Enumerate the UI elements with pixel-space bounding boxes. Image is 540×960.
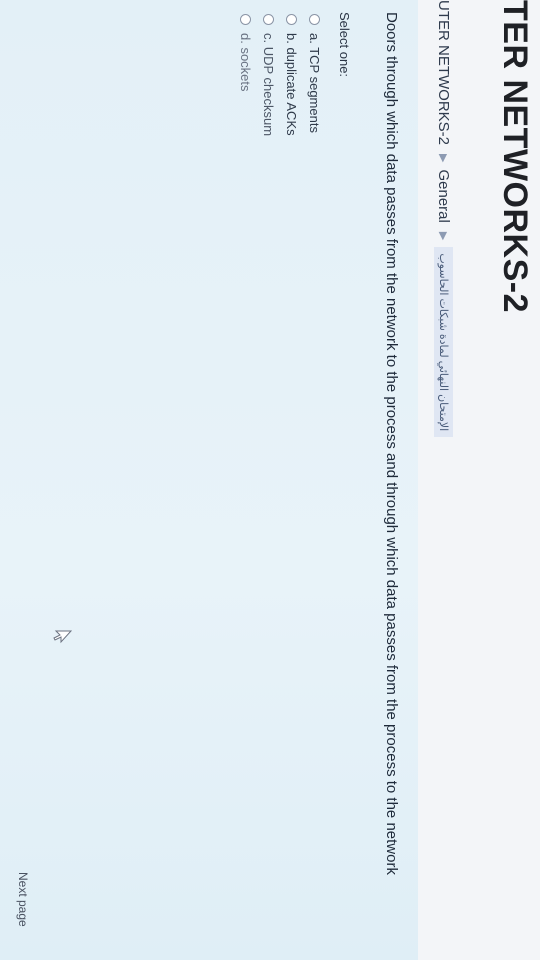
mouse-cursor-icon — [53, 630, 72, 644]
question-panel: Doors through which data passes from the… — [0, 0, 418, 960]
answer-options: a. TCP segments b. duplicate ACKs c. UDP… — [234, 14, 326, 136]
radio-button[interactable] — [309, 14, 320, 25]
next-page-link[interactable]: Next page — [16, 872, 30, 927]
breadcrumb-course-link[interactable]: UTER NETWORKS-2 — [436, 0, 453, 145]
radio-button[interactable] — [263, 14, 274, 25]
option-label: a. TCP segments — [307, 33, 322, 133]
breadcrumb-section-link[interactable]: General — [436, 169, 453, 222]
triangle-right-icon: ▶ — [437, 231, 450, 241]
option-label: d. sockets — [238, 33, 253, 92]
photo-frame: TER NETWORKS-2 UTER NETWORKS-2 ▶ General… — [0, 0, 540, 960]
select-one-prompt: Select one: — [337, 12, 352, 78]
option-label: b. duplicate ACKs — [284, 33, 299, 136]
option-label: c. UDP checksum — [261, 33, 276, 137]
answer-option-b[interactable]: b. duplicate ACKs — [280, 14, 303, 136]
answer-option-a[interactable]: a. TCP segments — [303, 14, 326, 136]
triangle-right-icon: ▶ — [437, 154, 450, 163]
page-title: TER NETWORKS-2 — [496, 0, 534, 313]
radio-button[interactable] — [240, 14, 251, 25]
answer-option-c[interactable]: c. UDP checksum — [257, 14, 280, 136]
radio-button[interactable] — [286, 14, 297, 25]
breadcrumb: UTER NETWORKS-2 ▶ General ▶ الإمتحان الن… — [430, 0, 458, 438]
answer-option-d[interactable]: d. sockets — [234, 14, 257, 136]
quiz-page: TER NETWORKS-2 UTER NETWORKS-2 ▶ General… — [0, 0, 540, 960]
question-text: Doors through which data passes from the… — [383, 12, 400, 875]
breadcrumb-quiz-link[interactable]: الإمتحان النهائي لمادة شبكات الحاسوب — [434, 247, 454, 438]
